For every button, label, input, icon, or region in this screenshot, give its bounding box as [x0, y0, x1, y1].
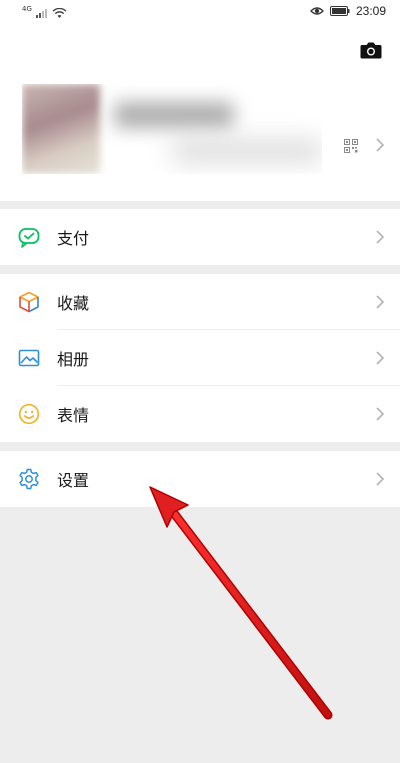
chevron-right-icon — [376, 351, 384, 365]
menu-item-stickers[interactable]: 表情 — [0, 386, 400, 442]
clock: 23:09 — [355, 4, 386, 18]
favorites-cube-icon — [18, 291, 40, 313]
chevron-right-icon — [376, 295, 384, 309]
menu-item-album-label: 相册 — [57, 350, 90, 369]
album-image-icon — [18, 347, 40, 369]
chevron-right-icon — [376, 230, 384, 244]
menu-item-stickers-label: 表情 — [57, 406, 90, 425]
status-left: 4G — [22, 5, 67, 21]
gear-icon — [18, 468, 40, 490]
menu-item-favorites-label: 收藏 — [57, 294, 90, 313]
nickname-blurred — [114, 102, 234, 128]
menu-item-pay[interactable]: 支付 — [0, 209, 400, 265]
eye-icon — [310, 7, 324, 15]
menu-item-pay-label: 支付 — [57, 229, 90, 248]
battery-icon — [329, 6, 350, 16]
pay-group: 支付 — [0, 209, 400, 265]
menu-item-favorites[interactable]: 收藏 — [0, 274, 400, 330]
chevron-right-icon — [376, 472, 384, 486]
content-group: 收藏 相册 表情 — [0, 274, 400, 442]
wechat-id-blurred — [172, 139, 322, 163]
chevron-right-icon — [376, 407, 384, 421]
qr-code-icon[interactable] — [344, 139, 358, 153]
camera-icon[interactable] — [360, 41, 382, 59]
profile-header[interactable] — [0, 26, 400, 201]
pay-icon — [18, 226, 40, 248]
profile-info-blurred[interactable] — [22, 84, 322, 174]
menu-item-settings-label: 设置 — [57, 471, 90, 490]
network-type-label: 4G — [22, 5, 32, 13]
menu-item-settings[interactable]: 设置 — [0, 451, 400, 507]
avatar[interactable] — [22, 84, 100, 174]
status-bar: 4G 23:09 — [0, 0, 400, 26]
smiley-icon — [18, 403, 40, 425]
profile-chevron-icon — [376, 138, 384, 152]
status-right: 23:09 — [310, 4, 386, 18]
signal-icon — [35, 9, 47, 18]
menu-item-album[interactable]: 相册 — [0, 330, 400, 386]
settings-group: 设置 — [0, 451, 400, 507]
wifi-icon — [52, 7, 67, 18]
